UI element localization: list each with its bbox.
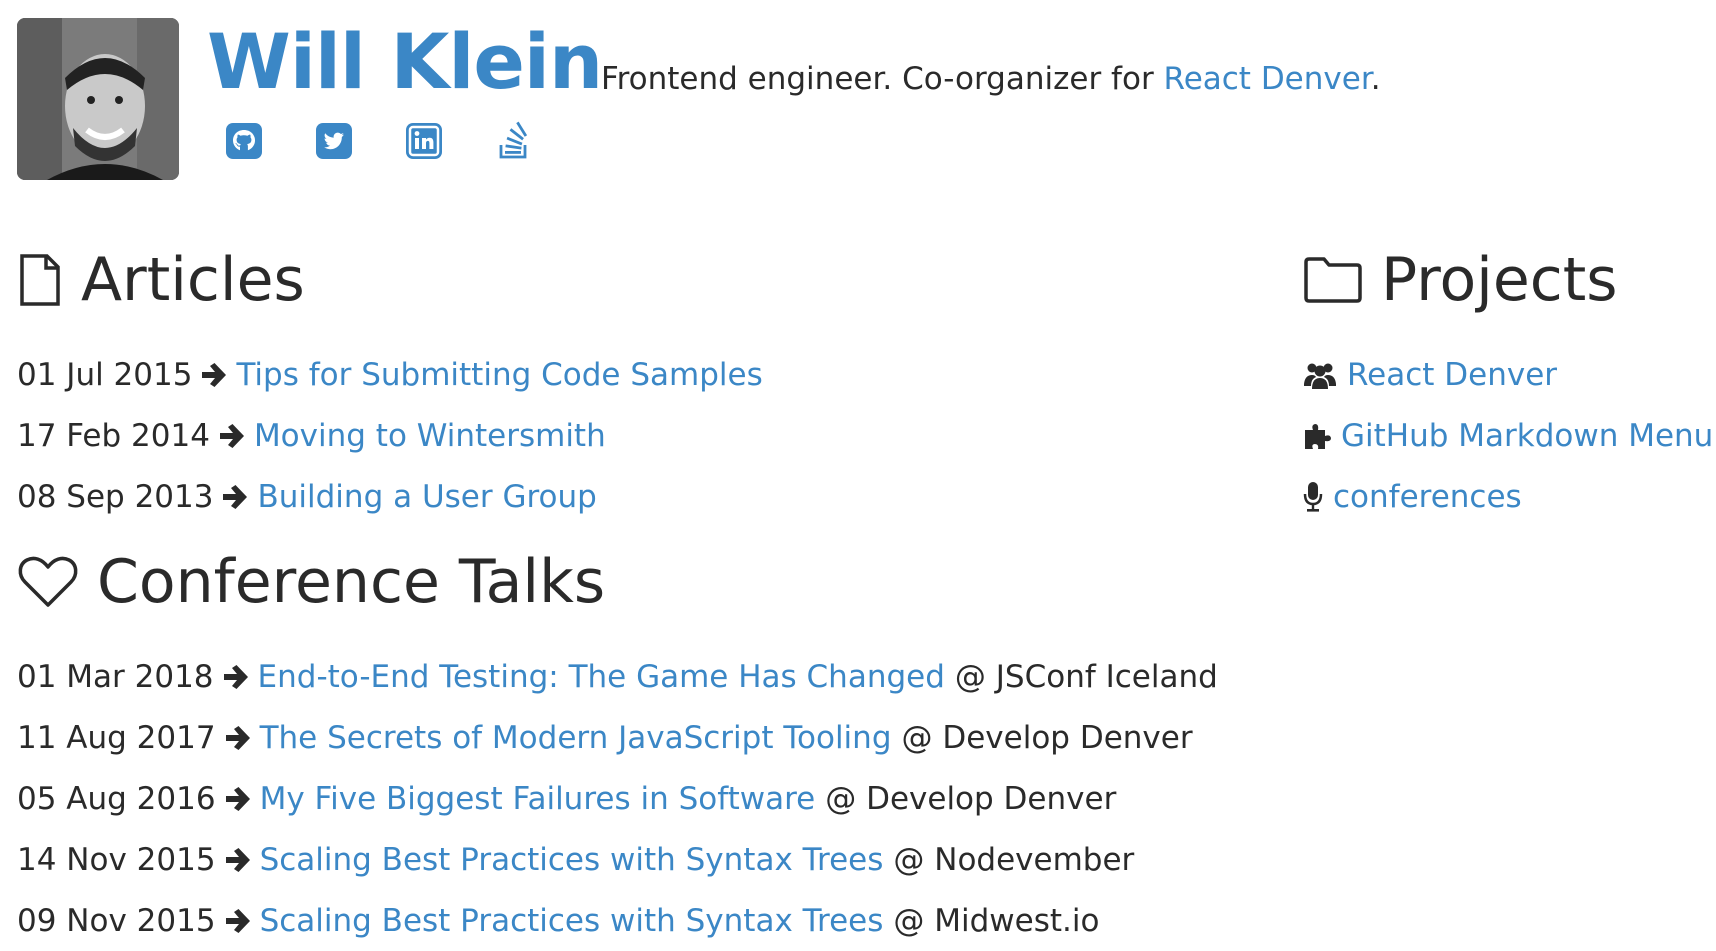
puzzle-icon — [1303, 419, 1333, 453]
article-row: 01 Jul 2015 Tips for Submitting Code Sam… — [17, 344, 1097, 405]
linkedin-link[interactable] — [404, 121, 444, 161]
talk-venue: @ Develop Denver — [825, 780, 1117, 817]
article-link[interactable]: Building a User Group — [257, 479, 596, 515]
arrow-right-icon — [224, 724, 252, 752]
file-icon — [17, 252, 63, 308]
talk-venue: @ Develop Denver — [901, 719, 1193, 756]
talks-title: Conference Talks — [97, 547, 606, 617]
social-links — [224, 121, 534, 161]
talks-section: Conference Talks 01 Mar 2018 End-to-End … — [17, 552, 1218, 951]
talks-heading: Conference Talks — [17, 552, 1197, 612]
project-row: React Denver — [1303, 344, 1708, 405]
project-link[interactable]: conferences — [1333, 479, 1522, 515]
microphone-icon — [1303, 480, 1325, 514]
avatar — [17, 18, 179, 180]
talk-row: 05 Aug 2016 My Five Biggest Failures in … — [17, 768, 1197, 829]
arrow-right-icon — [200, 361, 228, 389]
stackoverflow-link[interactable] — [494, 121, 534, 161]
talk-row: 09 Nov 2015 Scaling Best Practices with … — [17, 890, 1197, 951]
talk-row: 11 Aug 2017 The Secrets of Modern JavaSc… — [17, 707, 1197, 768]
folder-icon — [1303, 252, 1363, 308]
article-link[interactable]: Moving to Wintersmith — [254, 418, 606, 454]
articles-heading: Articles — [17, 250, 1097, 310]
project-row: conferences — [1303, 466, 1708, 527]
talk-date: 05 Aug 2016 — [17, 780, 216, 817]
talk-row: 14 Nov 2015 Scaling Best Practices with … — [17, 829, 1197, 890]
project-link[interactable]: React Denver — [1347, 357, 1557, 393]
talk-link[interactable]: Scaling Best Practices with Syntax Trees — [260, 842, 884, 878]
twitter-icon — [316, 123, 352, 159]
talk-date: 01 Mar 2018 — [17, 658, 214, 695]
arrow-right-icon — [222, 663, 250, 691]
arrow-right-icon — [224, 907, 252, 935]
avatar-image — [17, 18, 179, 180]
projects-section: Projects React Denver GitHub Markdown Me… — [1303, 250, 1713, 527]
projects-title: Projects — [1381, 245, 1618, 315]
talks-list: 01 Mar 2018 End-to-End Testing: The Game… — [17, 646, 1218, 951]
article-date: 17 Feb 2014 — [17, 417, 210, 454]
arrow-right-icon — [224, 846, 252, 874]
arrow-right-icon — [218, 422, 246, 450]
project-row: GitHub Markdown Menu — [1303, 405, 1713, 466]
articles-list: 01 Jul 2015 Tips for Submitting Code Sam… — [17, 344, 1097, 527]
github-icon — [226, 123, 262, 159]
projects-heading: Projects — [1303, 250, 1708, 310]
article-link[interactable]: Tips for Submitting Code Samples — [236, 357, 762, 393]
react-denver-link[interactable]: React Denver — [1164, 61, 1371, 97]
projects-list: React Denver GitHub Markdown Menu confer… — [1303, 344, 1713, 527]
project-link[interactable]: GitHub Markdown Menu — [1341, 418, 1713, 454]
talk-link[interactable]: Scaling Best Practices with Syntax Trees — [260, 903, 884, 939]
talk-venue: @ Nodevember — [893, 841, 1135, 878]
profile-name-link[interactable]: Will Klein — [207, 24, 603, 100]
article-row: 08 Sep 2013 Building a User Group — [17, 466, 1097, 527]
article-row: 17 Feb 2014 Moving to Wintersmith — [17, 405, 1097, 466]
profile-header: Will Klein Frontend engineer. Co-organiz… — [17, 18, 1697, 180]
talk-venue: @ Midwest.io — [893, 902, 1100, 939]
stackoverflow-icon — [499, 121, 528, 159]
talk-date: 14 Nov 2015 — [17, 841, 216, 878]
talk-row: 01 Mar 2018 End-to-End Testing: The Game… — [17, 646, 1218, 707]
article-date: 01 Jul 2015 — [17, 356, 193, 393]
talk-date: 11 Aug 2017 — [17, 719, 216, 756]
talk-date: 09 Nov 2015 — [17, 902, 216, 939]
talk-link[interactable]: My Five Biggest Failures in Software — [260, 781, 816, 817]
heart-icon — [17, 554, 79, 610]
articles-section: Articles 01 Jul 2015 Tips for Submitting… — [17, 250, 1097, 527]
talk-link[interactable]: The Secrets of Modern JavaScript Tooling — [260, 720, 892, 756]
article-date: 08 Sep 2013 — [17, 478, 214, 515]
arrow-right-icon — [221, 483, 249, 511]
talk-venue: @ JSConf Iceland — [954, 658, 1218, 695]
talk-link[interactable]: End-to-End Testing: The Game Has Changed — [258, 659, 945, 695]
arrow-right-icon — [224, 785, 252, 813]
linkedin-icon — [406, 123, 442, 159]
tagline: Frontend engineer. Co-organizer for Reac… — [601, 61, 1381, 98]
tagline-text: Frontend engineer. Co-organizer for — [601, 61, 1164, 97]
github-link[interactable] — [224, 121, 264, 161]
articles-title: Articles — [81, 245, 305, 315]
tagline-period: . — [1370, 61, 1381, 97]
users-icon — [1303, 358, 1337, 392]
twitter-link[interactable] — [314, 121, 354, 161]
